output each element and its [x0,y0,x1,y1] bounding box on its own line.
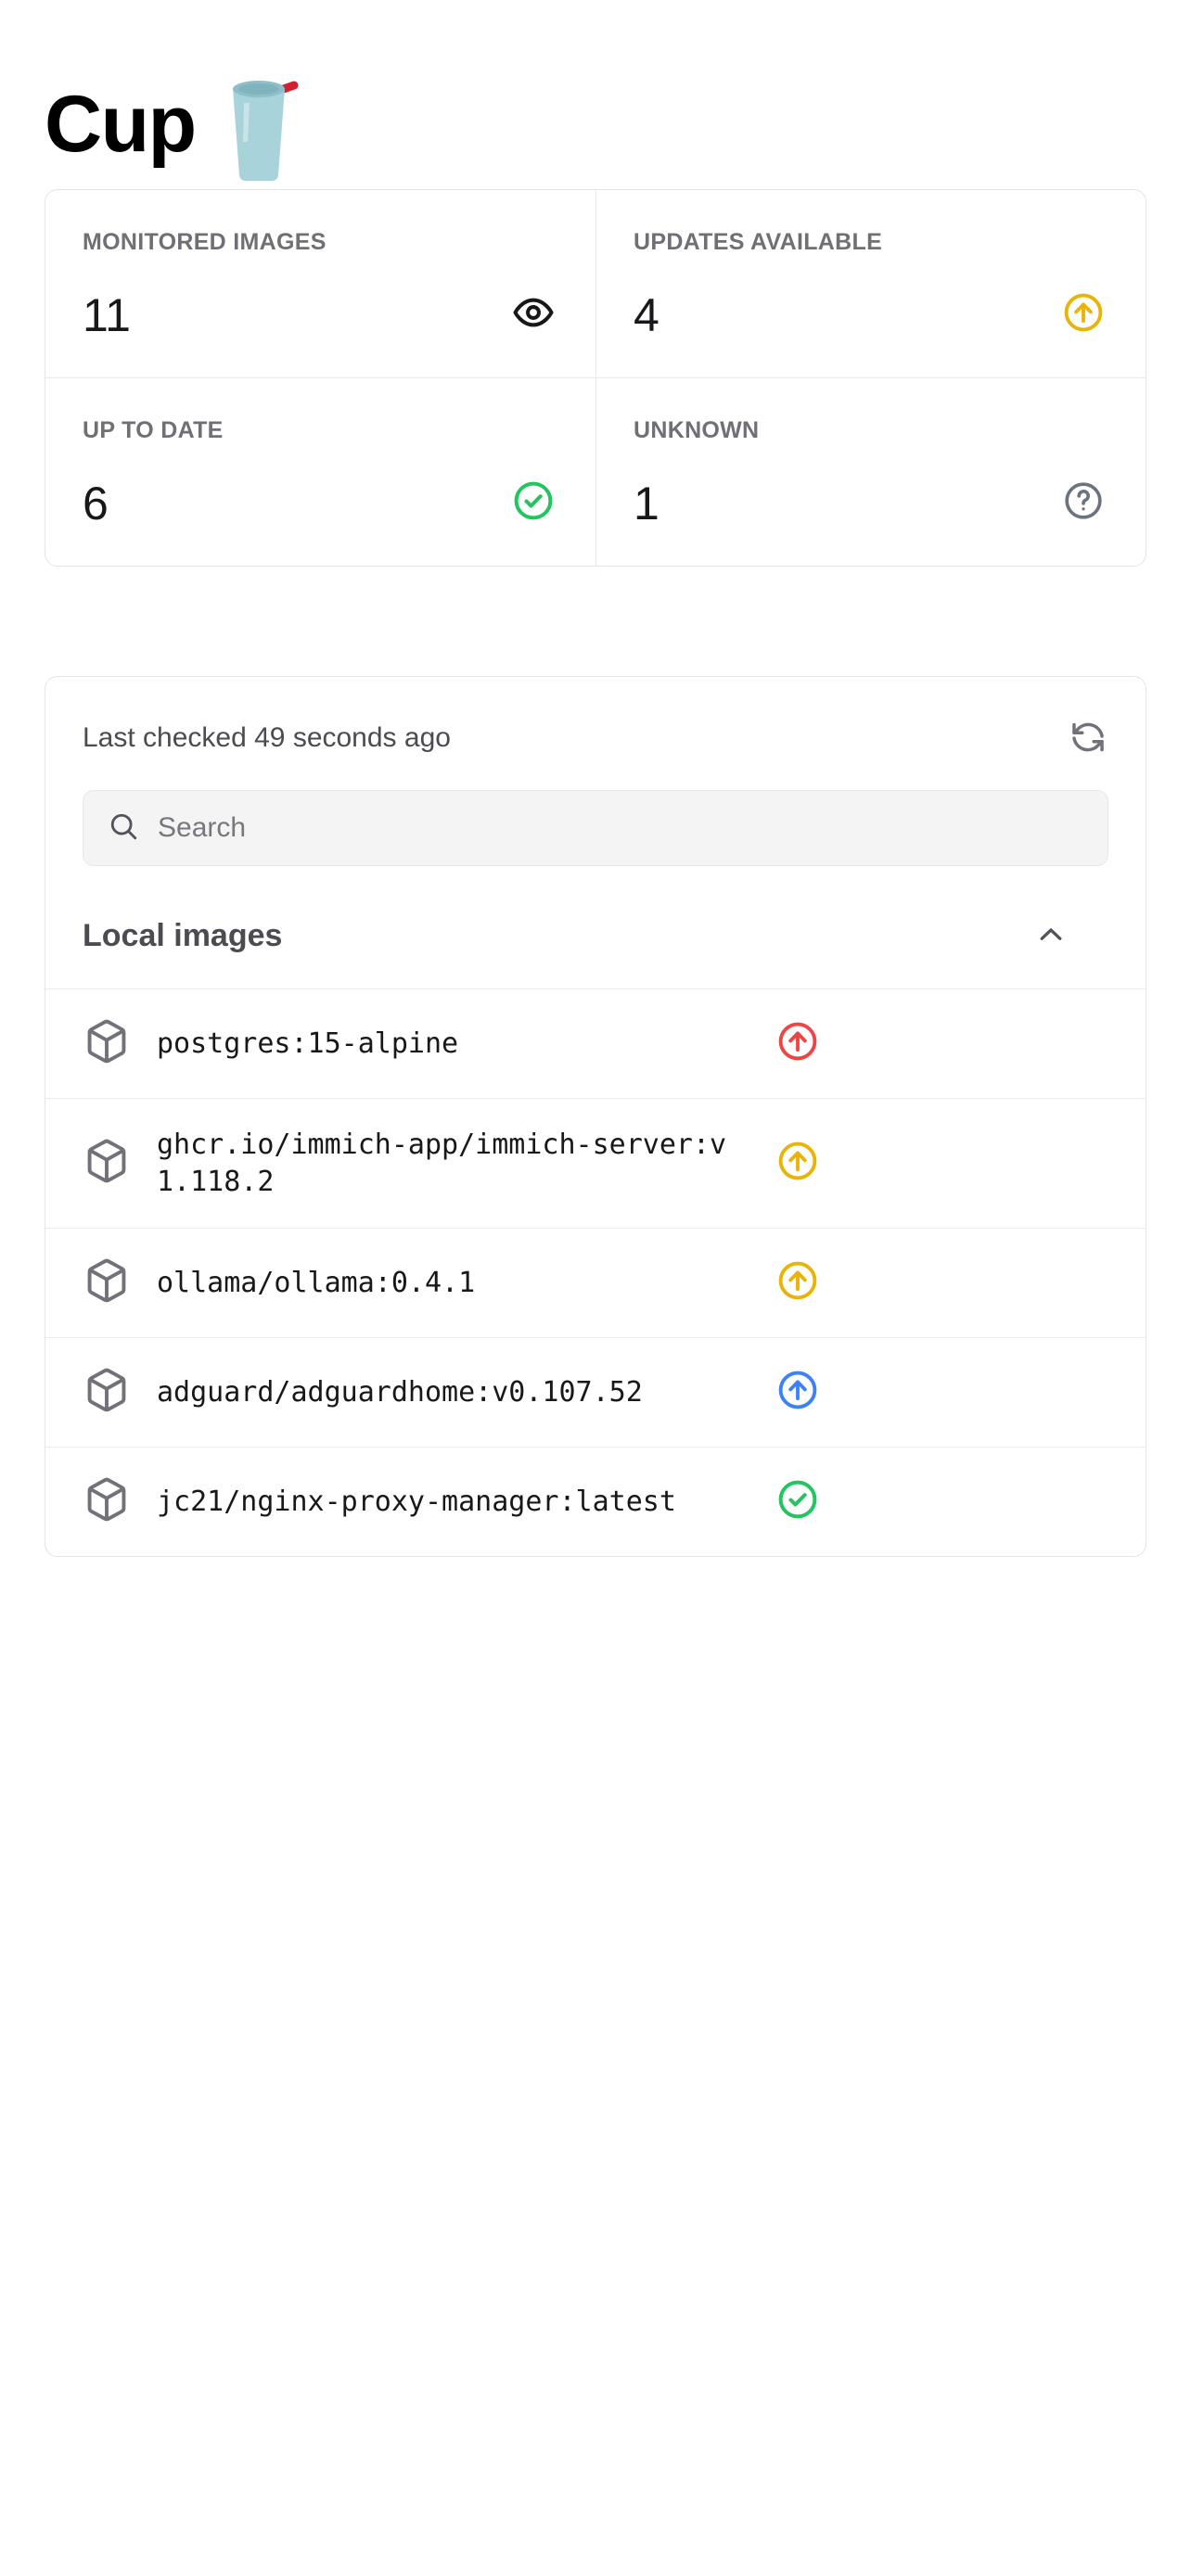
image-name: ghcr.io/immich-app/immich-server:v1.118.… [157,1129,727,1198]
app-root: Cup MONITORED IMAGES 11 UPDATES AVAILABL… [0,0,1191,1558]
eye-icon [512,291,555,338]
box-icon [83,1366,131,1419]
image-name: ollama/ollama:0.4.1 [157,1266,476,1299]
stat-label: UNKNOWN [634,417,760,443]
stat-label: MONITORED IMAGES [83,229,327,255]
image-row[interactable]: adguard/adguardhome:v0.107.52 [45,1337,1146,1447]
stat-body: 11 [83,291,555,338]
stat-body: 1 [634,479,1105,527]
collapse-group-button[interactable] [1031,915,1071,956]
image-name: jc21/nginx-proxy-manager:latest [157,1485,676,1518]
stat-value: 6 [83,477,109,529]
box-icon [83,1137,131,1190]
check-circle-icon [512,479,555,527]
stats-row: UP TO DATE 6 UNKNOWN 1 [45,377,1146,566]
panel-meta: Last checked 49 seconds ago [83,718,1108,759]
box-icon [83,1017,131,1070]
refresh-button[interactable] [1068,718,1108,759]
group-title: Local images [83,918,283,953]
stat-body: 6 [83,479,555,527]
chevron-up-icon [1034,918,1068,954]
stat-value: 1 [634,477,660,529]
image-name: postgres:15-alpine [157,1027,459,1060]
image-name: adguard/adguardhome:v0.107.52 [157,1375,643,1409]
app-header: Cup [45,0,1146,181]
box-icon [83,1256,131,1309]
check-circle-icon[interactable] [776,1478,819,1525]
question-circle-icon [1062,479,1105,527]
stat-body: 4 [634,291,1105,338]
image-row[interactable]: jc21/nginx-proxy-manager:latest [45,1447,1146,1556]
images-panel: Last checked 49 seconds ago Search Local… [45,676,1146,1558]
image-row[interactable]: postgres:15-alpine [45,988,1146,1098]
stat-updates-available[interactable]: UPDATES AVAILABLE 4 [596,190,1146,377]
stat-label: UPDATES AVAILABLE [634,229,883,255]
arrow-up-circle-icon [1062,291,1105,338]
search-icon [108,810,139,847]
arrow-up-circle-icon[interactable] [776,1020,819,1067]
stat-up-to-date[interactable]: UP TO DATE 6 [45,378,596,566]
search-box[interactable] [83,790,1108,866]
image-row[interactable]: ghcr.io/immich-app/immich-server:v1.118.… [45,1098,1146,1228]
stat-value: 4 [634,288,660,341]
search-input[interactable] [158,791,1083,865]
image-list: postgres:15-alpine ghcr.io/immich-app/imm… [45,988,1146,1556]
arrow-up-circle-icon[interactable] [776,1259,819,1307]
stat-label: UP TO DATE [83,417,224,443]
cup-with-straw-icon [216,66,301,183]
arrow-up-circle-icon[interactable] [776,1369,819,1416]
arrow-up-circle-icon[interactable] [776,1140,819,1187]
panel-top: Last checked 49 seconds ago Search Local… [45,677,1146,963]
stat-value: 11 [83,288,131,341]
refresh-icon [1068,717,1108,760]
page-title: Cup [45,80,197,169]
group-header-local-images[interactable]: Local images [83,909,1108,963]
stats-card: MONITORED IMAGES 11 UPDATES AVAILABLE 4 [45,189,1146,567]
stat-monitored-images[interactable]: MONITORED IMAGES 11 [45,190,596,377]
stats-row: MONITORED IMAGES 11 UPDATES AVAILABLE 4 [45,190,1146,377]
last-checked-label: Last checked 49 seconds ago [83,722,451,753]
image-row[interactable]: ollama/ollama:0.4.1 [45,1228,1146,1337]
box-icon [83,1475,131,1528]
stat-unknown[interactable]: UNKNOWN 1 [596,378,1146,566]
